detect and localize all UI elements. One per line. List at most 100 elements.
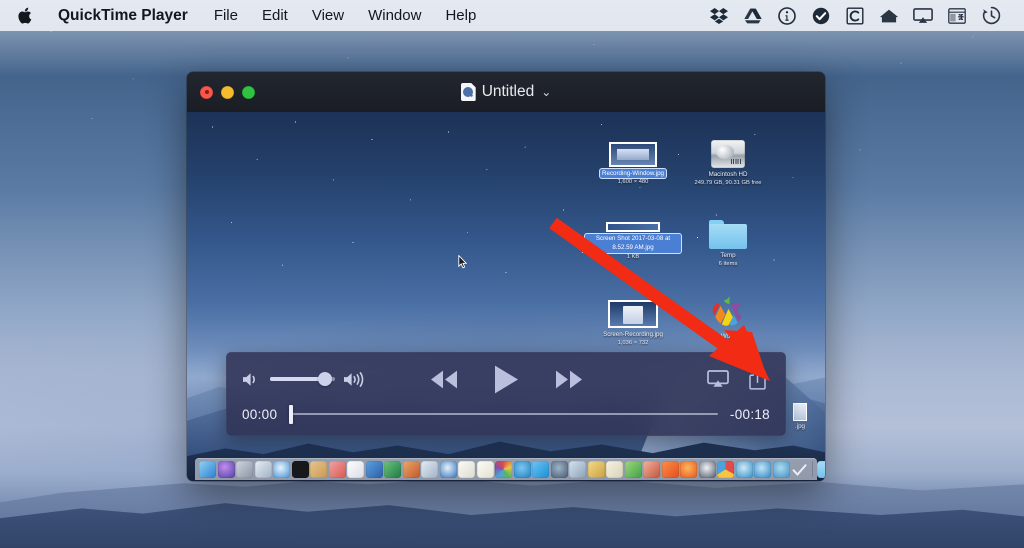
dock-item-contacts-icon[interactable] xyxy=(310,460,327,478)
minimize-button[interactable] xyxy=(221,85,234,99)
menu-edit[interactable]: Edit xyxy=(250,0,300,31)
checkmark-circle-icon[interactable] xyxy=(804,0,838,31)
airplay-icon[interactable] xyxy=(906,0,940,31)
dropbox-icon[interactable] xyxy=(702,0,736,31)
time-machine-icon[interactable] xyxy=(974,0,1008,31)
timeline-row: 00:00 -00:18 xyxy=(226,400,786,428)
dock-item-app-store-icon[interactable] xyxy=(254,460,272,478)
dock-item-keynote-icon[interactable] xyxy=(587,460,605,478)
menu-view[interactable]: View xyxy=(300,0,356,31)
desktop-icon-label: .jpg xyxy=(795,423,805,430)
desktop-icon-meta: 16 items xyxy=(717,342,739,349)
dock-item-powerpoint-icon[interactable] xyxy=(402,460,420,478)
dock-item-checkmark-icon[interactable] xyxy=(791,461,808,478)
dock-item-terminal-icon[interactable] xyxy=(291,460,309,478)
desktop-icon-label: Screen Shot 2017-03-08 at 8.52.59 AM.jpg xyxy=(585,234,681,253)
dock-item-notes-icon[interactable] xyxy=(476,460,494,478)
menu-app-name[interactable]: QuickTime Player xyxy=(48,0,202,31)
dock-item-opera-icon[interactable] xyxy=(698,460,716,478)
remaining-time-label: -00:18 xyxy=(729,406,770,422)
dock-item-messenger-icon[interactable] xyxy=(735,460,753,478)
desktop-icon-recording-window[interactable]: Recording-Window.jpg 1,600 × 480 xyxy=(585,142,681,187)
dock-item-chrome-icon[interactable] xyxy=(717,460,734,478)
menu-bar-left: QuickTime Player File Edit View Window H… xyxy=(0,0,488,31)
menu-bar-status-area xyxy=(702,0,1024,31)
desktop-icon-meta: 249.79 GB, 90.31 GB free xyxy=(694,180,762,187)
timeline-playhead[interactable] xyxy=(289,404,294,424)
play-icon[interactable] xyxy=(492,364,521,395)
zoom-button[interactable] xyxy=(242,85,255,99)
dock-item-numbers-icon[interactable] xyxy=(624,460,642,478)
hard-disk-icon xyxy=(711,140,745,168)
house-icon[interactable] xyxy=(872,0,906,31)
video-content-area[interactable]: Recording-Window.jpg 1,600 × 480 Macinto… xyxy=(187,112,825,481)
menu-window[interactable]: Window xyxy=(356,0,433,31)
keyboard-input-icon[interactable] xyxy=(940,0,974,31)
fast-forward-icon[interactable] xyxy=(554,369,584,390)
image-thumbnail xyxy=(608,300,658,328)
rewind-icon[interactable] xyxy=(429,369,459,390)
dock-item-chart-icon[interactable] xyxy=(643,460,660,478)
apple-logo-icon xyxy=(18,7,32,24)
c-box-icon[interactable] xyxy=(838,0,872,31)
window-title-text: Untitled xyxy=(481,83,535,100)
dock-item-sketch-icon[interactable] xyxy=(569,460,586,478)
dock-item-siri-icon[interactable] xyxy=(217,460,235,478)
menu-help[interactable]: Help xyxy=(433,0,488,31)
dock-item-preview-icon[interactable] xyxy=(421,460,438,478)
image-thumbnail xyxy=(609,142,657,167)
dock-item-reddit-icon[interactable] xyxy=(661,460,679,478)
desktop-icon-macintosh-hd[interactable]: Macintosh HD 249.79 GB, 90.31 GB free xyxy=(680,140,776,188)
image-thumbnail xyxy=(606,222,660,232)
dock-item-evernote-icon[interactable] xyxy=(606,460,623,478)
dock-item-launchpad-icon[interactable] xyxy=(236,460,253,478)
dock-item-photos-icon[interactable] xyxy=(328,460,346,478)
desktop-icon-label: Macintosh HD xyxy=(708,171,748,178)
dock-item-finder-icon[interactable] xyxy=(199,460,216,478)
apple-folder-icon xyxy=(708,296,748,330)
traffic-light-buttons xyxy=(187,85,255,99)
desktop-icon-work-folder[interactable]: Work 16 items xyxy=(680,296,776,350)
desktop-icon-temp-folder[interactable]: Temp 6 items xyxy=(680,220,776,269)
google-drive-icon[interactable] xyxy=(736,0,770,31)
info-circle-icon[interactable] xyxy=(770,0,804,31)
dock-item-downloads-folder-icon[interactable] xyxy=(817,460,825,478)
menu-bar: QuickTime Player File Edit View Window H… xyxy=(0,0,1024,31)
current-time-label: 00:00 xyxy=(242,406,278,422)
recorded-dock[interactable] xyxy=(195,458,825,480)
desktop-icon-meta: 1,036 × 732 xyxy=(617,340,649,347)
window-title-group: Untitled ⌄ xyxy=(187,72,825,112)
close-button[interactable] xyxy=(200,85,213,99)
dock-item-word-icon[interactable] xyxy=(365,460,383,478)
desktop-icon-meta: 1,600 × 480 xyxy=(617,179,649,186)
desktop-icon-meta: 6 items xyxy=(718,261,738,268)
dock-item-firefox-icon[interactable] xyxy=(680,460,697,478)
dock-item-quicklook-icon[interactable] xyxy=(439,460,457,478)
apple-menu[interactable] xyxy=(0,0,48,31)
desktop-icon-label: Temp xyxy=(720,252,736,259)
desktop-screen: QuickTime Player File Edit View Window H… xyxy=(0,0,1024,548)
dock-item-telegram-icon[interactable] xyxy=(550,460,568,478)
desktop-icon-screen-shot[interactable]: Screen Shot 2017-03-08 at 8.52.59 AM.jpg… xyxy=(585,222,681,261)
dock-item-skype-icon[interactable] xyxy=(513,460,531,478)
dock-item-safari-icon[interactable] xyxy=(273,460,290,478)
desktop-icon-meta: 1 KB xyxy=(626,253,640,260)
dock-item-dropbox-app-icon[interactable] xyxy=(754,460,771,478)
desktop-icon-label: Recording-Window.jpg xyxy=(600,169,666,179)
dock-item-pages-icon[interactable] xyxy=(347,460,364,478)
menu-file[interactable]: File xyxy=(202,0,250,31)
chevron-down-icon[interactable]: ⌄ xyxy=(541,85,551,99)
dock-item-textedit-icon[interactable] xyxy=(458,460,475,478)
window-titlebar[interactable]: Untitled ⌄ xyxy=(187,72,825,112)
desktop-icon-screen-recording[interactable]: Screen-Recording.jpg 1,036 × 732 xyxy=(585,300,681,348)
playback-controls-bar[interactable]: 00:00 -00:18 xyxy=(226,352,786,436)
dock-item-excel-icon[interactable] xyxy=(384,460,401,478)
dock-item-color-picker-icon[interactable] xyxy=(495,460,512,478)
timeline-scrubber[interactable] xyxy=(289,404,718,424)
quicktime-player-window[interactable]: Untitled ⌄ Recording-Window.jpg 1,600 × … xyxy=(187,72,825,481)
timeline-track[interactable] xyxy=(289,413,718,415)
controls-top-row xyxy=(226,358,786,400)
dock-item-twitter-icon[interactable] xyxy=(532,460,549,478)
desktop-icon-label: Screen-Recording.jpg xyxy=(603,331,663,338)
dock-item-tweetbot-icon[interactable] xyxy=(772,460,790,478)
